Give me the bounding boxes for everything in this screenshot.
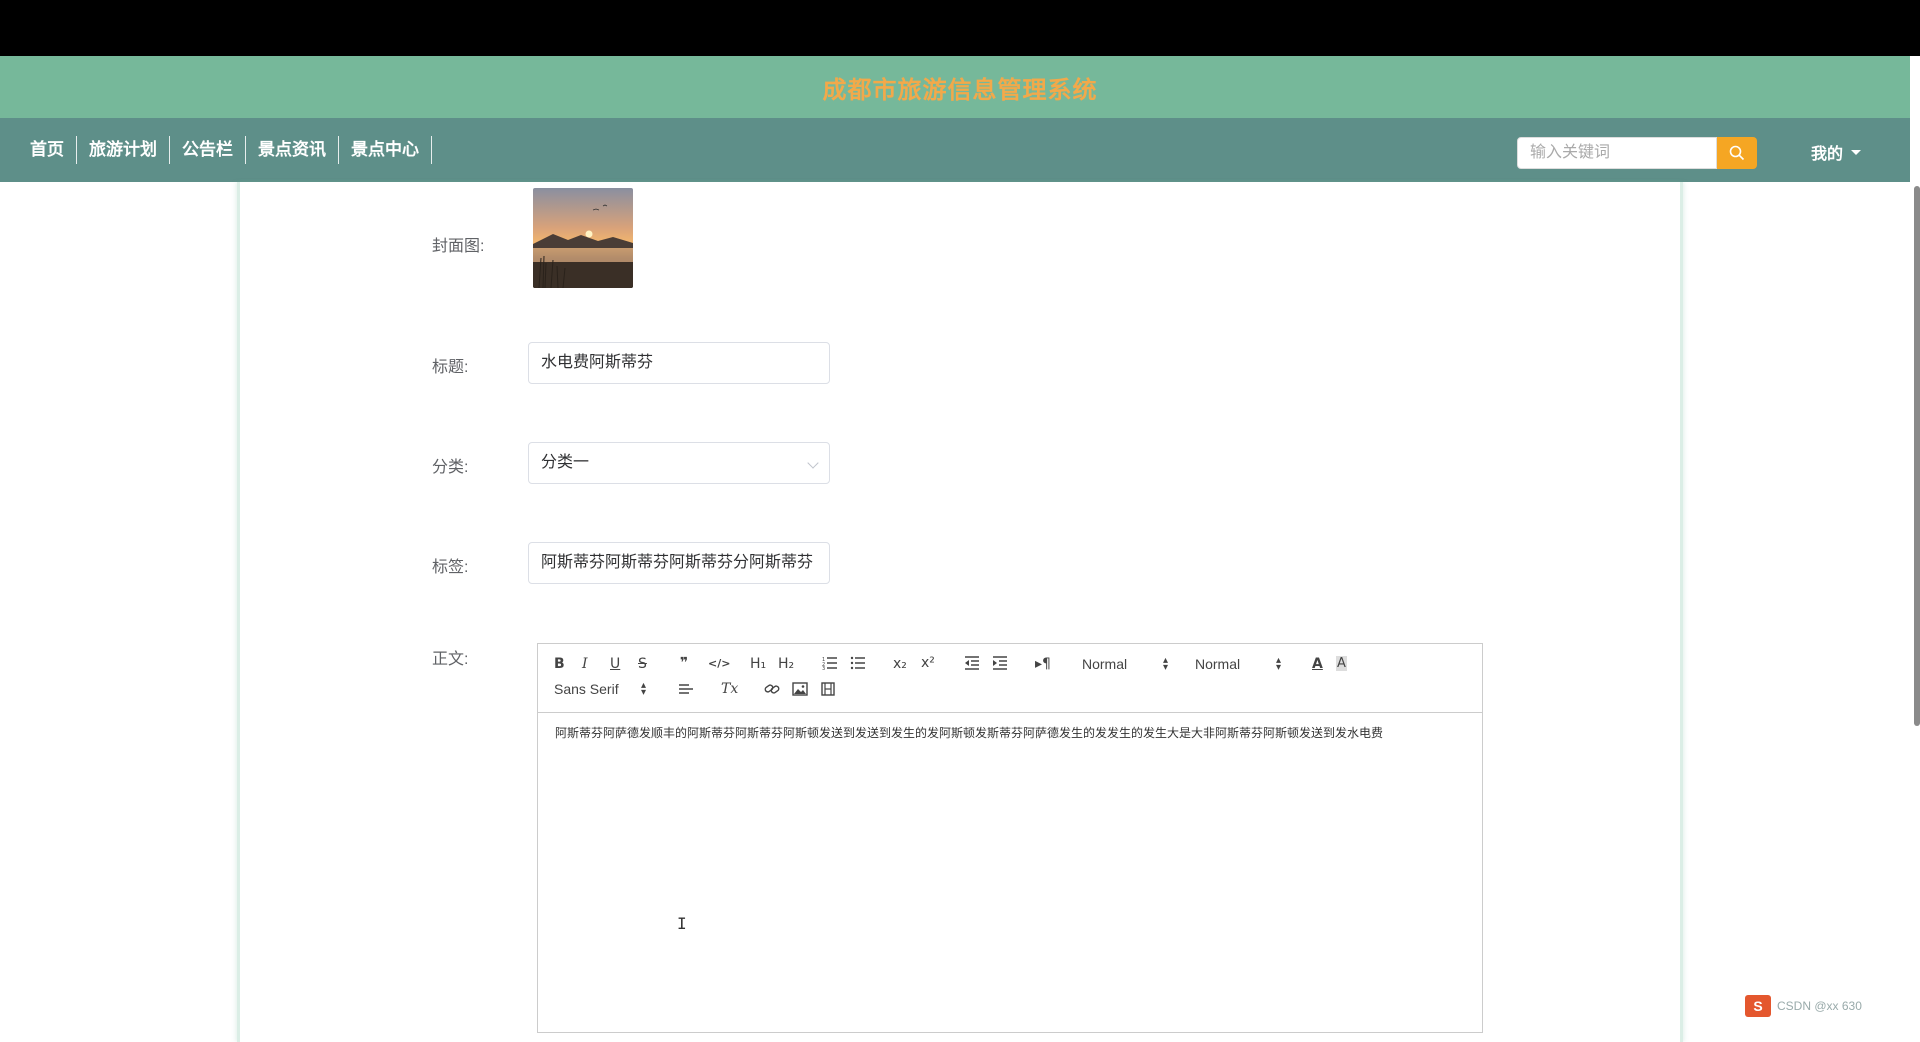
editor-content[interactable]: 阿斯蒂芬阿萨德发顺丰的阿斯蒂芬阿斯蒂芬阿斯顿发送到发送到发生的发阿斯顿发斯蒂芬阿… — [555, 724, 1383, 741]
caret-down-icon — [1851, 149, 1862, 155]
bold-button[interactable]: B — [554, 656, 565, 672]
chevron-down-icon — [807, 457, 819, 469]
header-select[interactable]: Normal ▴ ▾ — [1082, 655, 1168, 673]
search-box — [1517, 137, 1758, 169]
site-title: 成都市旅游信息管理系统 — [822, 76, 1098, 104]
nav-item-home[interactable]: 首页 — [18, 136, 77, 164]
header-1-button[interactable]: H₁ — [750, 656, 766, 672]
text-color-button[interactable]: A — [1312, 656, 1323, 672]
category-select[interactable]: 分类一 — [528, 442, 830, 484]
body-label: 正文: — [432, 651, 469, 668]
font-select[interactable]: Sans Serif ▴ ▾ — [554, 680, 646, 698]
text-cursor-icon: I — [677, 914, 687, 933]
search-input[interactable] — [1517, 137, 1717, 169]
scrollbar-thumb[interactable] — [1914, 186, 1920, 726]
csdn-logo-icon: S — [1745, 995, 1771, 1017]
rich-text-editor: B I U S ❞ </> H₁ H₂ 123 x₂ x² ▸¶ Normal … — [537, 643, 1483, 1033]
size-select[interactable]: Normal ▴ ▾ — [1195, 655, 1281, 673]
image-icon — [792, 682, 808, 696]
underline-button[interactable]: U — [610, 656, 620, 672]
csdn-watermark: S CSDN @xx 630 — [1745, 995, 1862, 1017]
header-2-button[interactable]: H₂ — [778, 656, 794, 672]
align-left-icon — [679, 684, 693, 694]
code-block-button[interactable]: </> — [708, 657, 730, 670]
category-label: 分类: — [432, 459, 469, 476]
blockquote-button[interactable]: ❞ — [680, 655, 688, 671]
outdent-icon — [965, 656, 979, 670]
bullet-list-button[interactable] — [850, 656, 866, 674]
align-button[interactable] — [678, 682, 694, 700]
link-icon — [764, 684, 780, 694]
sunset-lake-image — [533, 188, 633, 288]
indent-button[interactable] — [992, 656, 1008, 674]
strike-button[interactable]: S — [638, 656, 647, 672]
search-button[interactable] — [1717, 137, 1757, 169]
nav-item-bulletin[interactable]: 公告栏 — [170, 136, 246, 164]
bullet-list-icon — [850, 656, 865, 670]
select-arrows-icon: ▴ ▾ — [1162, 655, 1168, 673]
subscript-button[interactable]: x₂ — [893, 656, 907, 672]
cover-image[interactable] — [533, 188, 633, 288]
user-menu-label: 我的 — [1811, 146, 1844, 163]
select-arrows-icon: ▴ ▾ — [1275, 655, 1281, 673]
nav-item-scenic-news[interactable]: 景点资讯 — [246, 136, 339, 164]
browser-top-bar — [0, 0, 1920, 56]
image-button[interactable] — [792, 682, 808, 700]
superscript-button[interactable]: x² — [921, 655, 935, 671]
outdent-button[interactable] — [964, 656, 980, 674]
rtl-icon: ▸ — [1035, 656, 1043, 672]
video-button[interactable] — [820, 682, 836, 700]
link-button[interactable] — [764, 682, 780, 700]
search-icon — [1729, 145, 1745, 161]
user-menu[interactable]: 我的 — [1811, 140, 1862, 164]
background-color-icon: A — [1337, 656, 1346, 671]
select-arrows-icon: ▴ ▾ — [640, 680, 646, 698]
ordered-list-icon: 123 — [822, 657, 837, 672]
clear-format-button[interactable]: Tx — [721, 681, 738, 697]
watermark-text: CSDN @xx 630 — [1777, 999, 1862, 1013]
italic-button[interactable]: I — [582, 656, 588, 672]
nav-item-scenic-center[interactable]: 景点中心 — [339, 136, 432, 164]
text-color-icon: A — [1312, 656, 1323, 672]
nav-item-travel-plan[interactable]: 旅游计划 — [77, 136, 170, 164]
text-direction-button[interactable]: ▸¶ — [1035, 656, 1051, 672]
video-icon — [821, 682, 835, 696]
nav-menu: 首页 旅游计划 公告栏 景点资讯 景点中心 — [18, 118, 432, 182]
svg-text:3: 3 — [822, 666, 825, 670]
category-select-value: 分类一 — [541, 454, 590, 471]
indent-icon — [993, 656, 1007, 670]
site-header: 成都市旅游信息管理系统 — [0, 56, 1920, 118]
ordered-list-button[interactable]: 123 — [822, 656, 838, 674]
background-color-button[interactable]: A — [1336, 656, 1347, 671]
title-label: 标题: — [432, 359, 469, 376]
cover-label: 封面图: — [432, 238, 485, 255]
tags-label: 标签: — [432, 559, 469, 576]
tags-input[interactable]: 阿斯蒂芬阿斯蒂芬阿斯蒂芬分阿斯蒂芬 — [528, 542, 830, 584]
title-input[interactable]: 水电费阿斯蒂芬 — [528, 342, 830, 384]
editor-toolbar: B I U S ❞ </> H₁ H₂ 123 x₂ x² ▸¶ Normal … — [538, 644, 1482, 713]
